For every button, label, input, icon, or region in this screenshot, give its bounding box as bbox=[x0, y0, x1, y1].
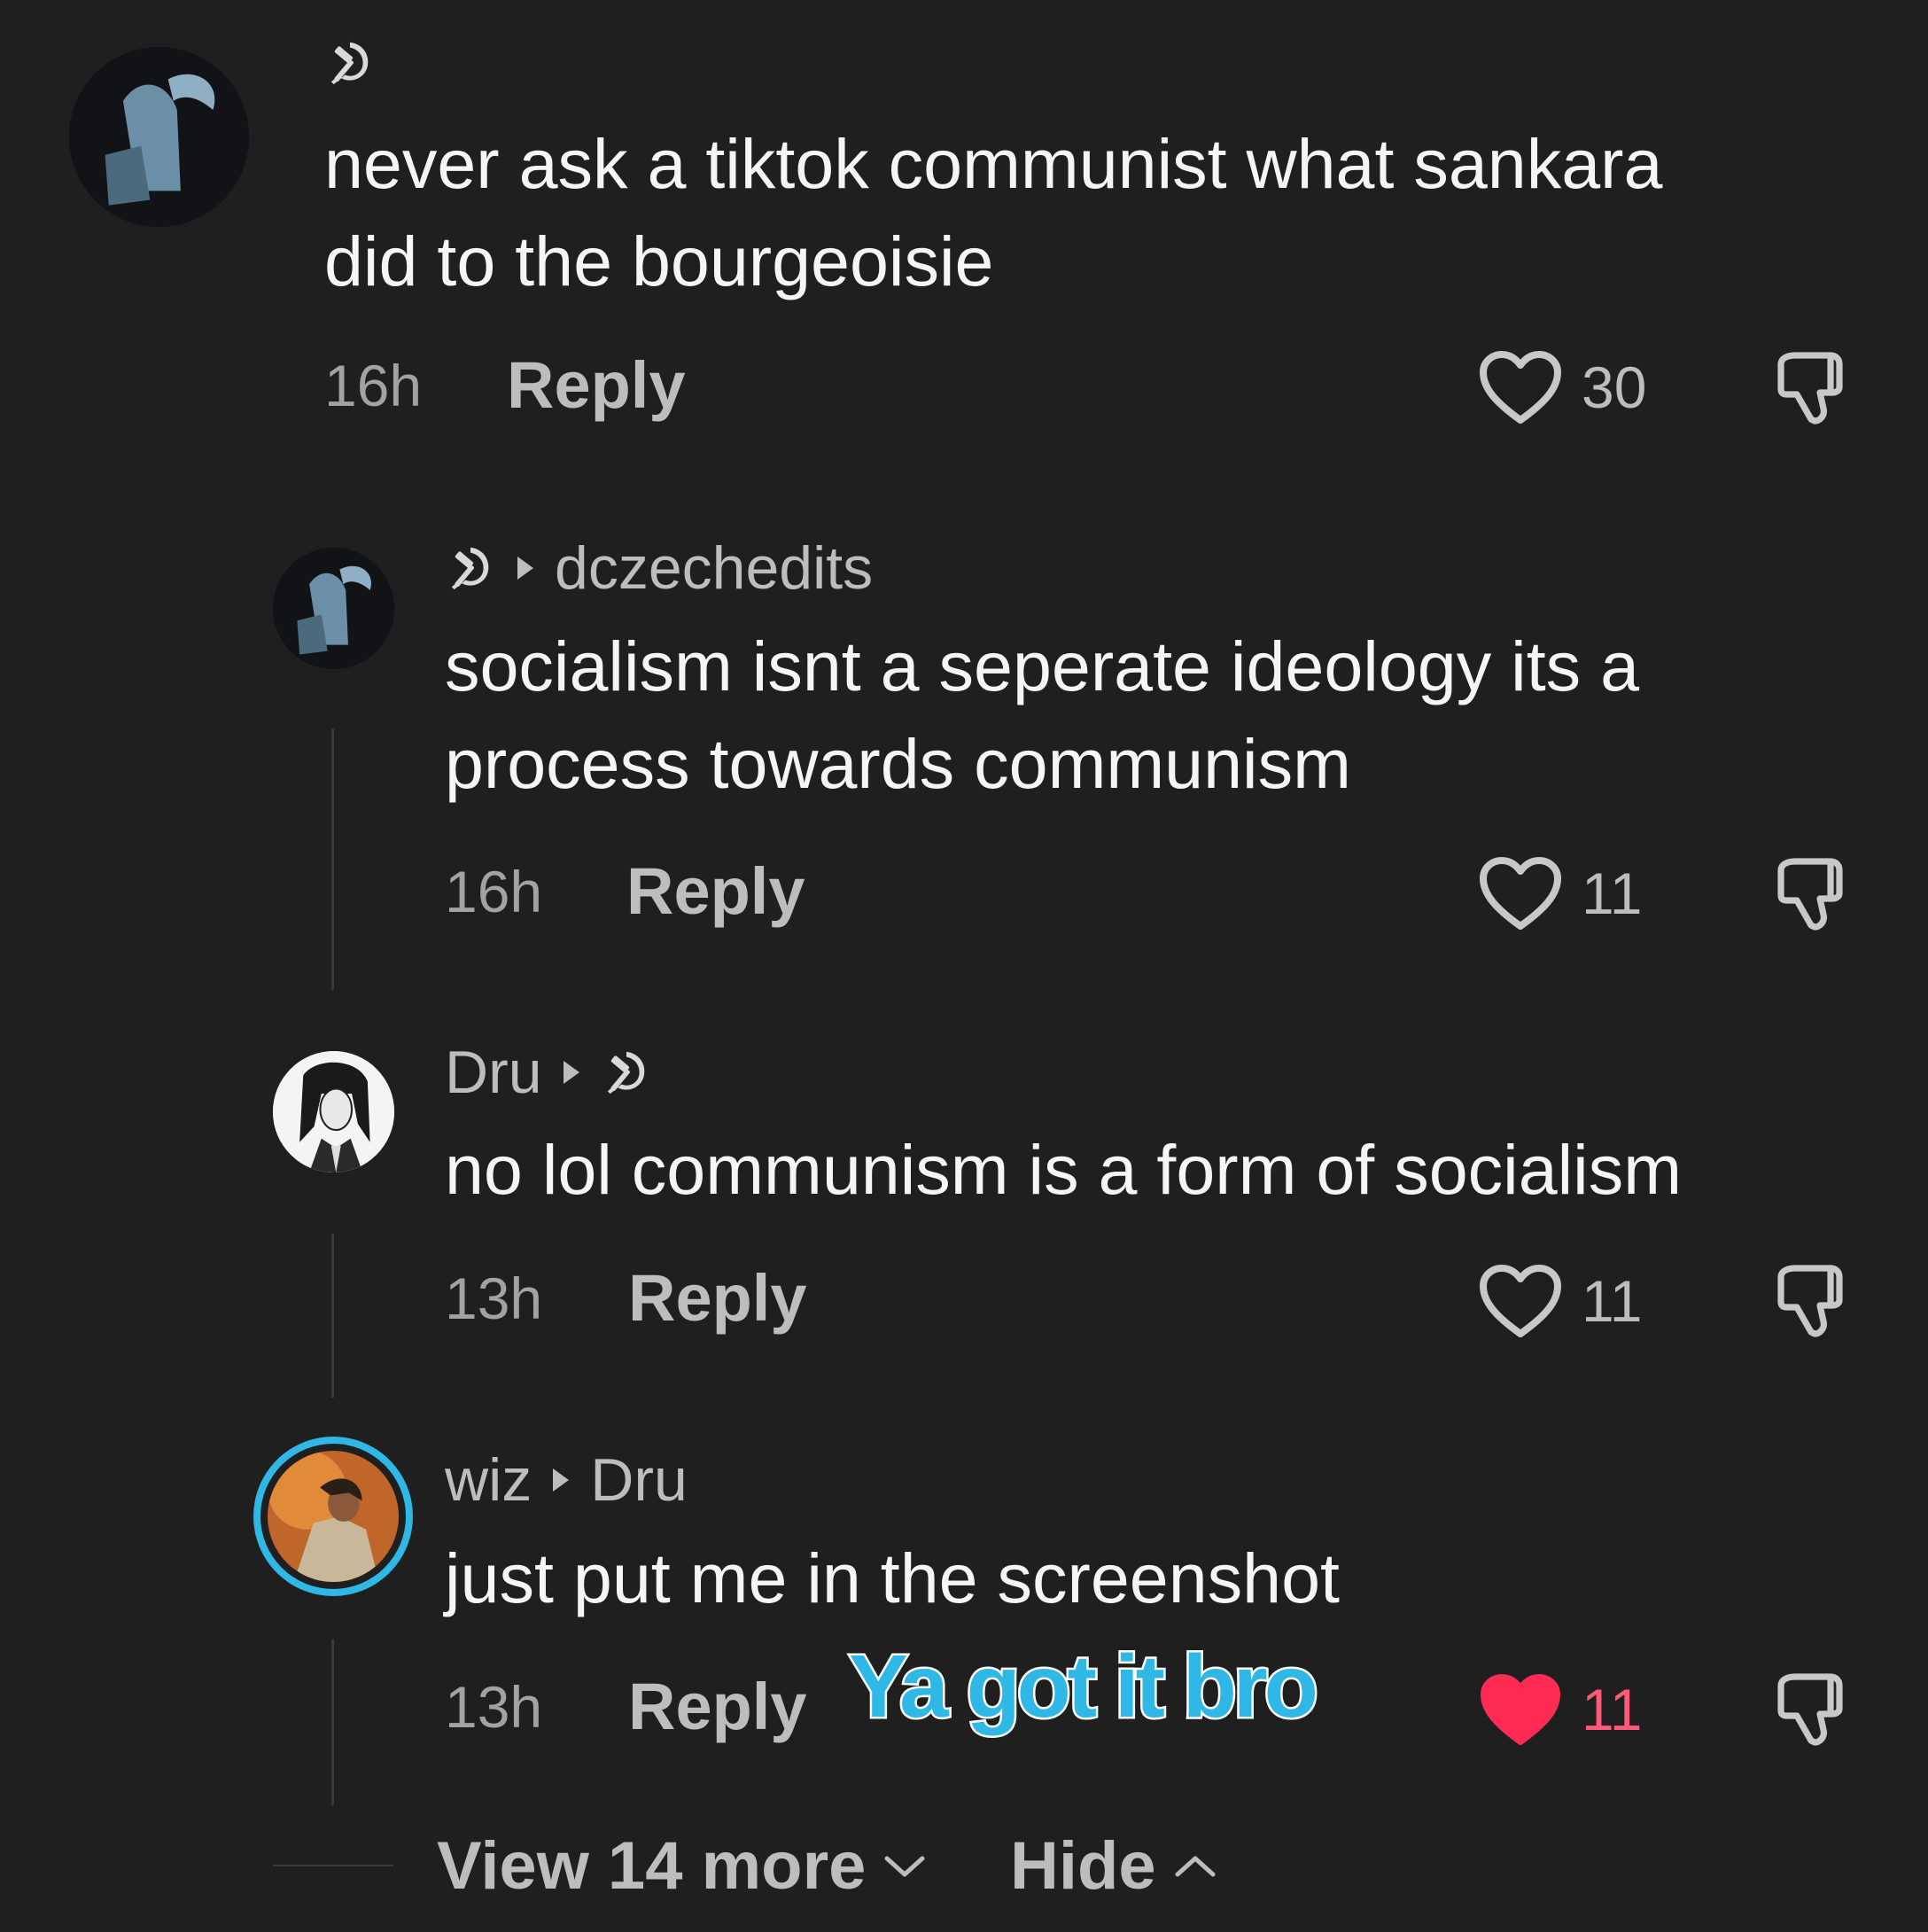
hide-label: Hide bbox=[1010, 1828, 1156, 1904]
hammer-sickle-icon bbox=[445, 542, 496, 594]
comment-time: 13h bbox=[445, 1266, 543, 1331]
hammer-sickle-icon bbox=[601, 1047, 652, 1098]
thumbs-down-icon[interactable] bbox=[1770, 1258, 1855, 1343]
heart-icon[interactable] bbox=[1478, 854, 1563, 934]
comment-time: 16h bbox=[324, 353, 423, 418]
view-more-button[interactable]: View 14 more bbox=[437, 1833, 928, 1900]
view-more-label: View 14 more bbox=[437, 1828, 867, 1904]
chevron-down-icon bbox=[884, 1856, 925, 1877]
thread-line bbox=[331, 1234, 334, 1398]
comment-time: 13h bbox=[445, 1674, 543, 1740]
like-count: 11 bbox=[1582, 861, 1643, 926]
heart-icon[interactable] bbox=[1478, 348, 1563, 428]
reply-button[interactable]: Reply bbox=[626, 859, 805, 924]
reply-to-username[interactable]: Dru bbox=[590, 1450, 688, 1510]
thumbs-down-icon[interactable] bbox=[1770, 1666, 1855, 1751]
thumbs-down-icon[interactable] bbox=[1770, 345, 1855, 430]
avatar[interactable] bbox=[273, 548, 394, 669]
overlay-caption: Ya got it bro bbox=[847, 1637, 1321, 1736]
avatar[interactable] bbox=[69, 47, 249, 227]
hide-button[interactable]: Hide bbox=[1010, 1833, 1218, 1900]
chevron-up-icon bbox=[1175, 1856, 1216, 1877]
reply-to-username[interactable]: dczechedits bbox=[555, 538, 873, 598]
comment-text: socialism isnt a seperate ideology its a… bbox=[445, 627, 1640, 803]
footer-divider bbox=[273, 1865, 393, 1866]
avatar[interactable] bbox=[253, 1437, 413, 1596]
heart-icon[interactable] bbox=[1478, 1262, 1563, 1342]
reply-button[interactable]: Reply bbox=[628, 1674, 807, 1740]
author-username[interactable]: Dru bbox=[445, 1042, 542, 1102]
comment-handle: dczechedits bbox=[445, 538, 873, 598]
comment-handle: wiz Dru bbox=[445, 1450, 688, 1510]
thread-line bbox=[331, 728, 334, 990]
hammer-sickle-icon bbox=[324, 37, 376, 89]
like-count: 11 bbox=[1582, 1677, 1643, 1742]
comment-text: no lol communism is a form of socialism bbox=[445, 1130, 1683, 1209]
reply-button[interactable]: Reply bbox=[507, 353, 686, 418]
like-count: 30 bbox=[1582, 354, 1647, 420]
comment-time: 16h bbox=[445, 859, 543, 924]
reply-button[interactable]: Reply bbox=[628, 1266, 807, 1331]
thumbs-down-icon[interactable] bbox=[1770, 851, 1855, 936]
thread-line bbox=[331, 1640, 334, 1805]
reply-arrow-icon bbox=[551, 1467, 571, 1493]
comment-text: never ask a tiktok communist what sankar… bbox=[324, 124, 1663, 300]
author-username[interactable]: wiz bbox=[445, 1450, 532, 1510]
reply-arrow-icon bbox=[516, 555, 535, 581]
comment-text: just put me in the screenshot bbox=[445, 1539, 1340, 1617]
avatar[interactable] bbox=[273, 1051, 394, 1172]
comment-handle: Dru bbox=[445, 1042, 652, 1102]
reply-arrow-icon bbox=[562, 1059, 581, 1086]
heart-filled-icon[interactable] bbox=[1478, 1671, 1563, 1750]
like-count: 11 bbox=[1582, 1268, 1643, 1334]
